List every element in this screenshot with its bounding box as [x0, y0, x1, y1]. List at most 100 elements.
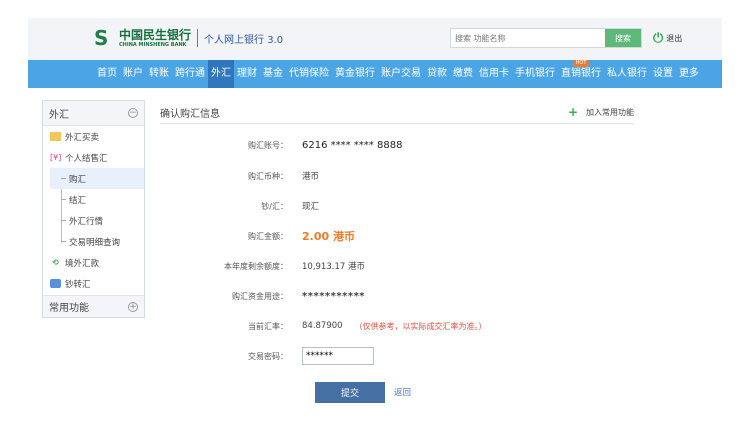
sidebar-item-quotes[interactable]: 外汇行情 [43, 210, 144, 231]
sidebar-item-label: 钞转汇 [65, 279, 91, 290]
nav-item-label: 缴费 [453, 68, 473, 79]
page-title: 确认购汇信息 [160, 108, 220, 120]
row-currency: 购汇币种： 港币 [160, 168, 319, 184]
sidebar-item-label: 外汇买卖 [65, 132, 100, 143]
row-purpose: 购汇资金用途： *********** [160, 288, 365, 304]
nav-item[interactable]: 黄金银行 [332, 60, 378, 88]
sidebar: 外汇 − 外汇买卖 [¥] 个人结售汇 购汇 结汇 外汇行情 交易明细查询 ⟲ 境外… [42, 100, 145, 318]
field-label: 购汇币种： [248, 171, 288, 181]
sidebar-title: 外汇 [49, 109, 69, 121]
sidebar-item-remit[interactable]: ⟲ 境外汇款 [43, 252, 144, 273]
search-box: 搜索 [450, 28, 642, 48]
favorites-header[interactable]: 常用功能 + [43, 295, 144, 317]
sidebar-item-fx-trade[interactable]: 外汇买卖 [43, 126, 144, 147]
back-link[interactable]: 返回 [394, 386, 411, 398]
nav-item[interactable]: 私人银行 [604, 60, 650, 88]
nav-item-label: 黄金银行 [335, 68, 375, 79]
bank-logo-icon: S [94, 26, 109, 50]
nav-item[interactable]: 信用卡 [476, 60, 512, 88]
logout-label: 退出 [666, 34, 683, 43]
product-name: 个人网上银行 3.0 [204, 34, 284, 46]
sidebar-item-label: 个人结售汇 [65, 153, 108, 164]
collapse-icon[interactable]: − [128, 108, 138, 118]
logo-divider [197, 29, 199, 47]
nav-item-label: 账户交易 [381, 68, 421, 79]
field-label: 交易密码： [248, 351, 288, 361]
logout-button[interactable]: ⏻ 退出 [653, 31, 682, 46]
nav-item[interactable]: 外汇 [208, 60, 234, 88]
nav-item[interactable]: 转账 [146, 60, 172, 88]
row-amount: 购汇金额： 2.00 港币 [160, 228, 355, 244]
nav-item[interactable]: 贷款 [424, 60, 450, 88]
field-label: 购汇资金用途： [232, 291, 288, 301]
nav-item[interactable]: 跨行通 [172, 60, 208, 88]
sidebar-item-cash[interactable]: 钞转汇 [43, 273, 144, 294]
exchange-icon: [¥] [50, 153, 62, 162]
nav-item-label: 转账 [149, 68, 169, 79]
row-quota: 本年度剩余额度： 10,913.17 港币 [160, 258, 365, 274]
nav-item[interactable]: 首页 [94, 60, 120, 88]
nav-item[interactable]: 基金 [260, 60, 286, 88]
search-input[interactable] [451, 29, 605, 47]
search-button[interactable]: 搜索 [605, 29, 641, 47]
sidebar-item-sell[interactable]: 结汇 [43, 189, 144, 210]
sidebar-item-personal[interactable]: [¥] 个人结售汇 [43, 147, 144, 168]
nav-item[interactable]: 缴费 [450, 60, 476, 88]
amount-value: 2.00 港币 [302, 230, 355, 243]
row-cash-type: 钞/汇： 现汇 [160, 198, 319, 214]
sidebar-item-label: 境外汇款 [65, 258, 100, 269]
nav-item-label: 私人银行 [607, 68, 647, 79]
nav-item-label: 外汇 [211, 68, 231, 79]
expand-icon[interactable]: + [128, 301, 138, 312]
sidebar-item-label: 结汇 [69, 195, 87, 206]
card-icon [50, 132, 61, 141]
bank-name-en: CHINA MINSHENG BANK [119, 41, 187, 48]
bank-name-cn: 中国民生银行 [119, 27, 192, 42]
nav-item[interactable]: 手机银行 [512, 60, 558, 88]
rate-note: （仅供参考，以实际成交汇率为准。） [354, 321, 487, 331]
nav-item[interactable]: 设置 [650, 60, 676, 88]
plus-icon: + [567, 105, 578, 119]
nav-item[interactable]: 理财 [234, 60, 260, 88]
nav-item-label: 账户 [123, 68, 143, 79]
account-number: 6216 **** **** 8888 [302, 139, 403, 151]
currency-value: 港币 [302, 172, 320, 182]
add-favorite-label: 加入常用功能 [586, 107, 634, 117]
nav-item-label: 理财 [237, 68, 257, 79]
nav-item[interactable]: 直销银行 HOT [558, 60, 604, 88]
power-icon: ⏻ [653, 31, 664, 46]
field-label: 钞/汇： [261, 201, 288, 211]
field-label: 本年度剩余额度： [224, 261, 288, 271]
content-header: 确认购汇信息 + 加入常用功能 [160, 101, 634, 124]
nav-item-label: 直销银行 [561, 68, 601, 79]
refresh-icon: ⟲ [52, 258, 59, 267]
bank-logo[interactable]: S 中国民生银行 CHINA MINSHENG BANK 个人网上银行 3.0 [94, 28, 283, 48]
sidebar-item-label: 购汇 [69, 174, 87, 185]
add-favorite-button[interactable]: + 加入常用功能 [568, 105, 634, 119]
nav-item[interactable]: 账户交易 [378, 60, 424, 88]
main-nav: 首页 账户 转账 跨行通 外汇 理财 基金 代销保险 黄金银行 账户交易 贷款 缴费 信用卡 手机银行 直销… [28, 60, 722, 88]
nav-item[interactable]: 账户 [120, 60, 146, 88]
sidebar-item-history[interactable]: 交易明细查询 [43, 231, 144, 252]
header: S 中国民生银行 CHINA MINSHENG BANK 个人网上银行 3.0 … [28, 18, 722, 60]
nav-item[interactable]: 更多 [676, 60, 702, 88]
sidebar-header[interactable]: 外汇 − [43, 101, 144, 126]
field-label: 当前汇率： [248, 321, 288, 331]
hot-badge: HOT [573, 60, 589, 67]
submit-button[interactable]: 提交 [315, 382, 385, 403]
sidebar-item-label: 交易明细查询 [69, 237, 121, 248]
purpose-value: *********** [302, 290, 366, 302]
row-rate: 当前汇率： 84.87900 （仅供参考，以实际成交汇率为准。） [160, 318, 487, 334]
sidebar-item-label: 外汇行情 [69, 216, 104, 227]
password-input[interactable] [302, 347, 374, 365]
field-label: 购汇账号： [248, 140, 288, 150]
field-label: 购汇金额： [248, 231, 288, 241]
nav-item-label: 基金 [263, 68, 283, 79]
row-password: 交易密码： [160, 347, 374, 365]
sidebar-item-buy[interactable]: 购汇 [50, 168, 144, 189]
nav-item-label: 首页 [97, 68, 117, 79]
cards-icon [50, 279, 61, 288]
quota-value: 10,913.17 港币 [302, 262, 365, 272]
nav-item[interactable]: 代销保险 [286, 60, 332, 88]
nav-item-label: 手机银行 [515, 68, 555, 79]
